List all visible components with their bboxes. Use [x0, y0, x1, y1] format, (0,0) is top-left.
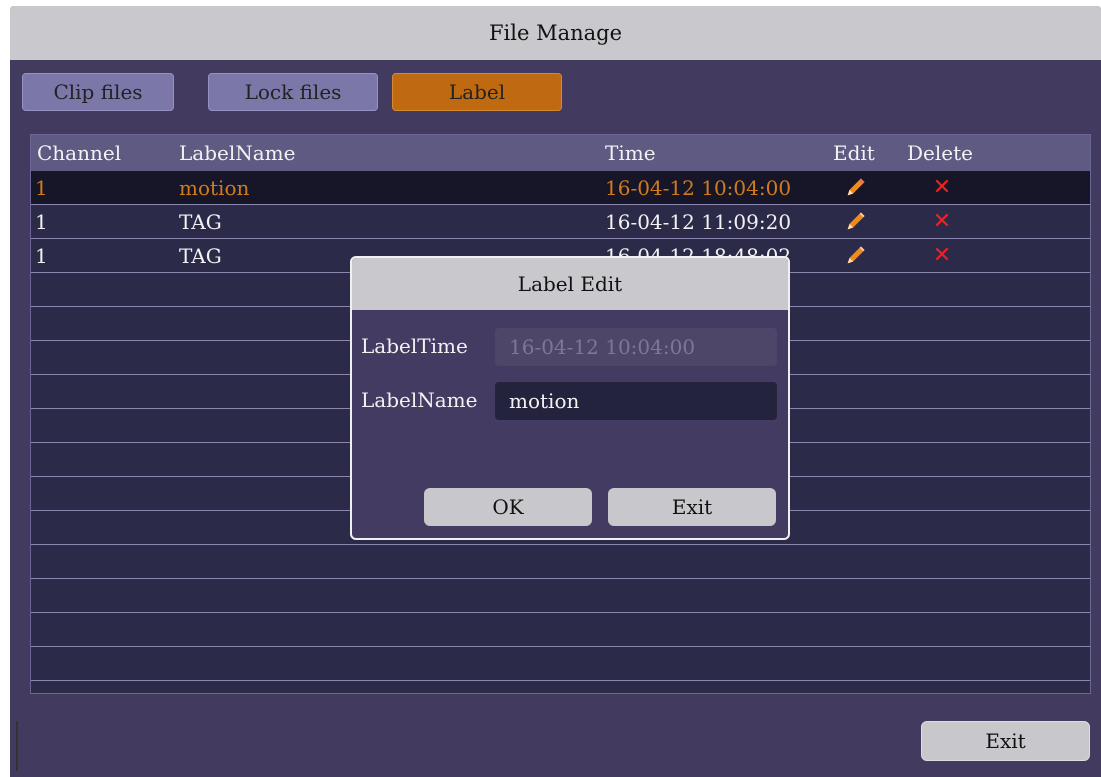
- label-time-label: LabelTime: [361, 334, 468, 358]
- empty-row: [31, 647, 1090, 681]
- cell-time: 16-04-12 10:04:00: [605, 175, 792, 200]
- header-edit: Edit: [833, 141, 875, 165]
- file-manage-window: File Manage Clip files Lock files Label …: [10, 6, 1101, 777]
- empty-row: [31, 545, 1090, 579]
- cell-channel: 1: [35, 175, 48, 200]
- label-name-label: LabelName: [361, 388, 478, 412]
- header-channel: Channel: [37, 141, 122, 165]
- label-name-field[interactable]: motion: [495, 382, 777, 420]
- tab-label[interactable]: Label: [392, 73, 562, 111]
- tab-lock-files[interactable]: Lock files: [208, 73, 378, 111]
- dialog-title: Label Edit: [352, 258, 788, 310]
- divider: [16, 721, 18, 771]
- delete-x-icon[interactable]: ✕: [929, 205, 955, 238]
- cell-channel: 1: [35, 209, 48, 234]
- table-header: Channel LabelName Time Edit Delete: [31, 135, 1090, 171]
- header-label-name: LabelName: [179, 141, 296, 165]
- pencil-icon[interactable]: [837, 205, 873, 238]
- ok-button[interactable]: OK: [424, 488, 592, 526]
- exit-button[interactable]: Exit: [921, 721, 1090, 761]
- header-delete: Delete: [907, 141, 973, 165]
- table-row[interactable]: 1 motion 16-04-12 10:04:00 ✕: [31, 171, 1090, 205]
- table-row[interactable]: 1 TAG 16-04-12 11:09:20 ✕: [31, 205, 1090, 239]
- header-time: Time: [605, 141, 656, 165]
- dialog-exit-button[interactable]: Exit: [608, 488, 776, 526]
- pencil-icon[interactable]: [837, 239, 873, 272]
- delete-x-icon[interactable]: ✕: [929, 239, 955, 272]
- delete-x-icon[interactable]: ✕: [929, 171, 955, 204]
- label-edit-dialog: Label Edit LabelTime 16-04-12 10:04:00 L…: [350, 256, 790, 540]
- window-title: File Manage: [10, 6, 1101, 60]
- cell-channel: 1: [35, 243, 48, 268]
- empty-row: [31, 613, 1090, 647]
- tab-clip-files[interactable]: Clip files: [22, 73, 174, 111]
- label-time-field: 16-04-12 10:04:00: [495, 328, 777, 366]
- cell-time: 16-04-12 11:09:20: [605, 209, 792, 234]
- pencil-icon[interactable]: [837, 171, 873, 204]
- cell-label-name: TAG: [179, 243, 222, 268]
- cell-label-name: TAG: [179, 209, 222, 234]
- empty-row: [31, 579, 1090, 613]
- cell-label-name: motion: [179, 175, 250, 200]
